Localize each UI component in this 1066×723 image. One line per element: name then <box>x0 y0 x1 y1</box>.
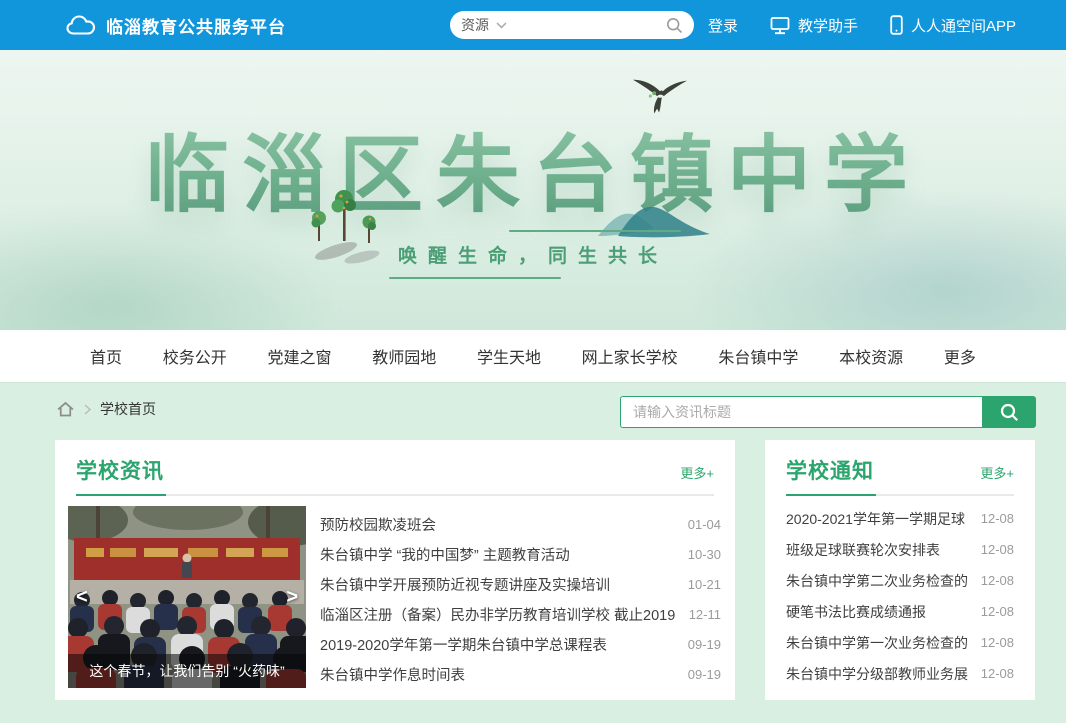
notice-item-title[interactable]: 硬笔书法比赛成绩通报 <box>786 602 969 622</box>
slogan-line-bottom <box>389 277 561 279</box>
news-item-date: 12-11 <box>689 607 721 622</box>
news-carousel[interactable]: < > 这个春节，让我们告别 “火药味” <box>68 506 306 688</box>
nav-item-online-parent-school[interactable]: 网上家长学校 <box>582 344 678 368</box>
phone-icon <box>890 15 903 35</box>
notice-item-date: 12-08 <box>981 604 1014 619</box>
news-item-title[interactable]: 朱台镇中学作息时间表 <box>320 664 676 685</box>
notice-item-title[interactable]: 2020-2021学年第一学期足球 <box>786 509 969 529</box>
nav-item-teacher-garden[interactable]: 教师园地 <box>372 344 436 368</box>
news-item-title[interactable]: 2019-2020学年第一学期朱台镇中学总课程表 <box>320 634 676 655</box>
carousel-caption[interactable]: 这个春节，让我们告别 “火药味” <box>68 654 306 688</box>
school-notice-panel: 学校通知 更多+ 2020-2021学年第一学期足球 12-08 班级足球联赛轮… <box>765 440 1035 700</box>
nav-item-home[interactable]: 首页 <box>90 344 122 368</box>
news-more-link[interactable]: 更多+ <box>680 463 714 482</box>
news-item-date: 09-19 <box>688 667 721 682</box>
chevron-down-icon[interactable] <box>496 22 507 29</box>
notice-item[interactable]: 朱台镇中学第一次业务检查的 12-08 <box>786 627 1014 658</box>
cloud-icon <box>66 14 96 36</box>
login-link[interactable]: 登录 <box>708 15 738 36</box>
school-banner: 临淄区朱台镇中学 <box>0 50 1066 330</box>
notice-item-title[interactable]: 朱台镇中学第二次业务检查的 <box>786 571 969 591</box>
news-item[interactable]: 临淄区注册（备案）民办非学历教育培训学校 截止2019 12-11 <box>320 599 721 629</box>
news-item-title[interactable]: 朱台镇中学 “我的中国梦” 主题教育活动 <box>320 544 676 565</box>
breadcrumb-chevron-icon <box>84 404 91 415</box>
notice-item[interactable]: 朱台镇中学分级部教师业务展 12-08 <box>786 658 1014 689</box>
notice-item-date: 12-08 <box>981 635 1014 650</box>
news-item-date: 09-19 <box>688 637 721 652</box>
nav-item-school-resources[interactable]: 本校资源 <box>839 344 903 368</box>
school-name-title: 临淄区朱台镇中学 <box>0 108 1066 229</box>
notice-panel-title: 学校通知 <box>786 455 874 485</box>
nav-item-school-affairs[interactable]: 校务公开 <box>163 344 227 368</box>
home-icon[interactable] <box>56 400 75 418</box>
notice-item-date: 12-08 <box>981 542 1014 557</box>
header-links: 登录 教学助手 人人通空间APP <box>708 0 1016 50</box>
carousel-next-arrow[interactable]: > <box>286 587 298 607</box>
platform-title: 临淄教育公共服务平台 <box>106 13 286 38</box>
banner-slogan-block: 唤醒生命，同生共长 <box>0 230 1066 279</box>
notice-item-date: 12-08 <box>981 511 1014 526</box>
carousel-prev-arrow[interactable]: < <box>76 587 88 607</box>
renrentong-app-link[interactable]: 人人通空间APP <box>890 15 1016 36</box>
news-search-bar <box>620 396 1036 428</box>
monitor-icon <box>770 16 790 35</box>
news-panel-title: 学校资讯 <box>76 455 164 485</box>
breadcrumb: 学校首页 <box>56 399 156 419</box>
page: 临淄教育公共服务平台 资源 登录 教学助手 <box>0 0 1066 723</box>
news-item[interactable]: 朱台镇中学 “我的中国梦” 主题教育活动 10-30 <box>320 539 721 569</box>
news-item-title[interactable]: 预防校园欺凌班会 <box>320 514 676 535</box>
swallow-icon <box>632 78 688 125</box>
search-icon[interactable] <box>666 17 683 34</box>
news-item[interactable]: 朱台镇中学作息时间表 09-19 <box>320 659 721 689</box>
nav-item-student-world[interactable]: 学生天地 <box>477 344 541 368</box>
notice-item[interactable]: 硬笔书法比赛成绩通报 12-08 <box>786 596 1014 627</box>
platform-logo[interactable]: 临淄教育公共服务平台 <box>66 0 286 50</box>
search-category-dropdown[interactable]: 资源 <box>461 15 489 35</box>
news-item-title[interactable]: 临淄区注册（备案）民办非学历教育培训学校 截止2019 <box>320 604 677 625</box>
news-item-title[interactable]: 朱台镇中学开展预防近视专题讲座及实操培训 <box>320 574 676 595</box>
news-panel-divider <box>76 494 714 496</box>
notice-item[interactable]: 朱台镇中学第二次业务检查的 12-08 <box>786 565 1014 596</box>
notice-item[interactable]: 2020-2021学年第一学期足球 12-08 <box>786 503 1014 534</box>
teaching-assistant-link[interactable]: 教学助手 <box>770 15 858 36</box>
top-header-bar: 临淄教育公共服务平台 资源 登录 教学助手 <box>0 0 1066 50</box>
nav-item-party-building[interactable]: 党建之窗 <box>267 344 331 368</box>
notice-item[interactable]: 班级足球联赛轮次安排表 12-08 <box>786 534 1014 565</box>
teaching-assistant-label: 教学助手 <box>798 15 858 36</box>
news-item-date: 10-21 <box>688 577 721 592</box>
nav-item-zhutai-middle-school[interactable]: 朱台镇中学 <box>718 344 798 368</box>
news-search-button[interactable] <box>982 396 1036 428</box>
news-item-date: 10-30 <box>688 547 721 562</box>
breadcrumb-current[interactable]: 学校首页 <box>100 399 156 419</box>
slogan-line-top <box>509 230 681 232</box>
header-search-bar[interactable]: 资源 <box>450 11 694 39</box>
notice-item-title[interactable]: 朱台镇中学第一次业务检查的 <box>786 633 969 653</box>
notice-more-link[interactable]: 更多+ <box>980 463 1014 482</box>
nav-item-more[interactable]: 更多 <box>944 344 976 368</box>
notice-item-date: 12-08 <box>981 666 1014 681</box>
notice-item-title[interactable]: 班级足球联赛轮次安排表 <box>786 540 969 560</box>
news-search-input[interactable] <box>620 396 982 428</box>
news-item[interactable]: 朱台镇中学开展预防近视专题讲座及实操培训 10-21 <box>320 569 721 599</box>
notice-list: 2020-2021学年第一学期足球 12-08 班级足球联赛轮次安排表 12-0… <box>765 496 1035 689</box>
app-label: 人人通空间APP <box>911 15 1016 36</box>
login-label: 登录 <box>708 15 738 36</box>
notice-item-title[interactable]: 朱台镇中学分级部教师业务展 <box>786 664 969 684</box>
news-list: 预防校园欺凌班会 01-04 朱台镇中学 “我的中国梦” 主题教育活动 10-3… <box>320 506 721 689</box>
news-item[interactable]: 2019-2020学年第一学期朱台镇中学总课程表 09-19 <box>320 629 721 659</box>
news-item[interactable]: 预防校园欺凌班会 01-04 <box>320 509 721 539</box>
notice-panel-divider <box>786 494 1014 496</box>
notice-item-date: 12-08 <box>981 573 1014 588</box>
school-news-panel: 学校资讯 更多+ <box>55 440 735 700</box>
news-item-date: 01-04 <box>688 517 721 532</box>
school-slogan: 唤醒生命，同生共长 <box>398 241 668 268</box>
main-navigation: 首页 校务公开 党建之窗 教师园地 学生天地 网上家长学校 朱台镇中学 本校资源… <box>0 330 1066 382</box>
